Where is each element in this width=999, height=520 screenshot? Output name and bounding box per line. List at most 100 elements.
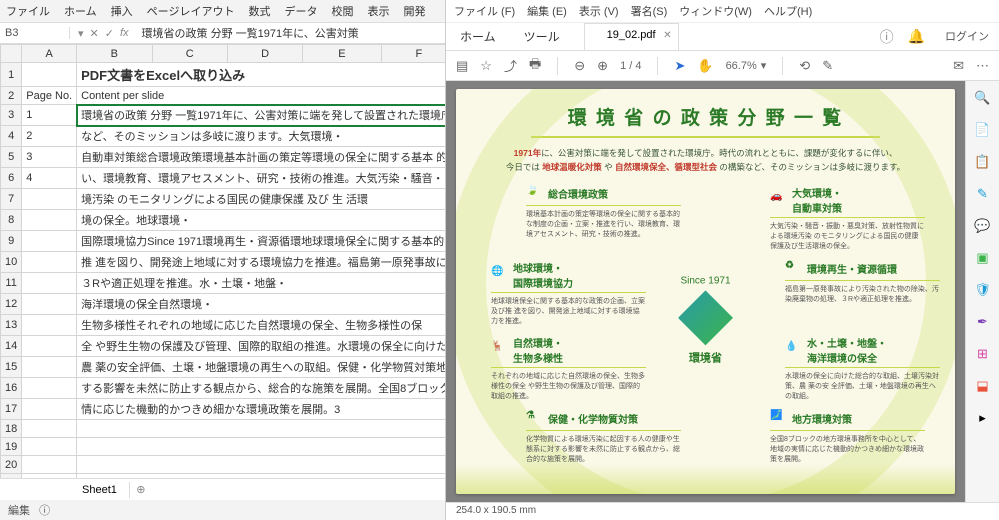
menu-home[interactable]: ホーム <box>64 3 97 19</box>
expand-icon[interactable]: ▸ <box>974 409 992 427</box>
cell-B8[interactable]: 境の保全。地球環境・ <box>77 210 445 231</box>
col-C[interactable]: C <box>152 45 227 63</box>
mail-icon[interactable]: ✉ <box>953 58 964 74</box>
file-tab[interactable]: 19_02.pdf ✕ <box>584 23 679 50</box>
col-A[interactable]: A <box>22 45 77 63</box>
cell-A18[interactable] <box>22 420 77 438</box>
col-D[interactable]: D <box>227 45 302 63</box>
cell-B20[interactable] <box>77 456 445 474</box>
share-icon[interactable]: ⤴ <box>504 56 517 75</box>
rotate-icon[interactable]: ⟲ <box>799 58 810 74</box>
row-12[interactable]: 12 <box>1 294 22 315</box>
cell-A13[interactable] <box>22 315 77 336</box>
cell-B7[interactable]: 境汚染 のモニタリングによる国民の健康保護 及び 生 活環 <box>77 189 445 210</box>
sign-icon[interactable]: ✎ <box>822 58 833 74</box>
bell-icon[interactable]: 🔔 <box>908 28 925 45</box>
cell-A12[interactable] <box>22 294 77 315</box>
cell-B3[interactable]: 環境省の政策 分野 一覧1971年に、公害対策に端を発して設置された環境庁 <box>77 105 445 126</box>
row-20[interactable]: 20 <box>1 456 22 474</box>
cell-B6[interactable]: い、環境教育、環境アセスメント、研究・技術の推進。大気汚染・騒音・ <box>77 168 445 189</box>
cell-A15[interactable] <box>22 357 77 378</box>
cell-A10[interactable] <box>22 252 77 273</box>
enter-icon[interactable]: ✓ <box>105 27 114 40</box>
cell-B5[interactable]: 自動車対策総合環境政策環境基本計画の策定等環境の保全に関する基本 的 <box>77 147 445 168</box>
menu-data[interactable]: データ <box>284 3 317 19</box>
row-2[interactable]: 2 <box>1 87 22 105</box>
combine-icon[interactable]: ▣ <box>974 249 992 267</box>
menu-review[interactable]: 校閲 <box>331 3 353 19</box>
cell-A17[interactable] <box>22 399 77 420</box>
cell-A19[interactable] <box>22 438 77 456</box>
pdf-canvas[interactable]: 環 境 省 の 政 策 分 野 一 覧 1971年に、公害対策に端を発して設置さ… <box>446 81 965 502</box>
row-7[interactable]: 7 <box>1 189 22 210</box>
info-icon[interactable]: ⓘ <box>880 27 894 47</box>
cell-B14[interactable]: 全 や野生生物の保護及び管理、国際的取組の推進。水環境の保全に向けた <box>77 336 445 357</box>
print-icon[interactable]: 🖶 <box>529 55 541 77</box>
corner[interactable] <box>1 45 22 63</box>
cursor-icon[interactable]: ➤ <box>674 58 685 74</box>
cell-B1[interactable]: PDF文書をExcelへ取り込み <box>77 63 445 87</box>
cell-A5[interactable]: 3 <box>22 147 77 168</box>
cell-A1[interactable] <box>22 63 77 87</box>
row-6[interactable]: 6 <box>1 168 22 189</box>
menu-view[interactable]: 表示 <box>367 3 389 19</box>
cell-A8[interactable] <box>22 210 77 231</box>
protect-icon[interactable]: 🛡 <box>974 281 992 299</box>
tab-tools[interactable]: ツール <box>510 23 574 50</box>
cell-B12[interactable]: 海洋環境の保全自然環境・ <box>77 294 445 315</box>
cell-A3[interactable]: 1 <box>22 105 77 126</box>
cell-B10[interactable]: 推 進を図り、開発途上地域に対する環境協力を推進。福島第一原発事故に <box>77 252 445 273</box>
cell-A7[interactable] <box>22 189 77 210</box>
cell-B19[interactable] <box>77 438 445 456</box>
cell-A11[interactable] <box>22 273 77 294</box>
pmenu-help[interactable]: ヘルプ(H) <box>764 3 812 19</box>
cell-A14[interactable] <box>22 336 77 357</box>
cell-B15[interactable]: 農 薬の安全評価、土壌・地盤環境の再生への取組。保健・化学物質対策地 <box>77 357 445 378</box>
row-3[interactable]: 3 <box>1 105 22 126</box>
row-14[interactable]: 14 <box>1 336 22 357</box>
login-button[interactable]: ログイン <box>935 23 999 50</box>
menu-insert[interactable]: 挿入 <box>111 3 133 19</box>
row-19[interactable]: 19 <box>1 438 22 456</box>
cell-A9[interactable] <box>22 231 77 252</box>
sidebar-icon[interactable]: ▤ <box>456 58 468 74</box>
row-10[interactable]: 10 <box>1 252 22 273</box>
row-13[interactable]: 13 <box>1 315 22 336</box>
tab-home[interactable]: ホーム <box>446 23 510 50</box>
cell-B18[interactable] <box>77 420 445 438</box>
create-icon[interactable]: 📋 <box>974 153 992 171</box>
cell-B2[interactable]: Content per slide <box>77 87 445 105</box>
col-E[interactable]: E <box>303 45 381 63</box>
pmenu-sign[interactable]: 署名(S) <box>631 3 668 19</box>
row-9[interactable]: 9 <box>1 231 22 252</box>
cell-A2[interactable]: Page No. <box>22 87 77 105</box>
menu-file[interactable]: ファイル <box>6 3 50 19</box>
cell-B4[interactable]: など、そのミッションは多岐に渡ります。大気環境・ <box>77 126 445 147</box>
zoom-in-icon[interactable]: ⊕ <box>597 58 608 74</box>
comment-icon[interactable]: 💬 <box>974 217 992 235</box>
hand-icon[interactable]: ✋ <box>697 58 713 74</box>
zoom-select[interactable]: 66.7% ▾ <box>726 59 767 72</box>
menu-formula[interactable]: 数式 <box>248 3 270 19</box>
menu-dev[interactable]: 開発 <box>403 3 425 19</box>
row-1[interactable]: 1 <box>1 63 22 87</box>
col-B[interactable]: B <box>77 45 152 63</box>
row-4[interactable]: 4 <box>1 126 22 147</box>
edit-icon[interactable]: ✎ <box>974 185 992 203</box>
add-sheet-icon[interactable]: ⊕ <box>130 483 152 496</box>
compress-icon[interactable]: ⬓ <box>974 377 992 395</box>
row-16[interactable]: 16 <box>1 378 22 399</box>
cell-A4[interactable]: 2 <box>22 126 77 147</box>
formula-input[interactable]: 環境省の政策 分野 一覧1971年に、公害対策 <box>137 25 445 41</box>
fdown-icon[interactable]: ▾ <box>78 27 84 40</box>
cell-A16[interactable] <box>22 378 77 399</box>
cell-B11[interactable]: ３Rや適正処理を推進。水・土壌・地盤・ <box>77 273 445 294</box>
cell-B17[interactable]: 情に応じた機動的かつきめ細かな環境政策を展開。3 <box>77 399 445 420</box>
organize-icon[interactable]: ⊞ <box>974 345 992 363</box>
row-11[interactable]: 11 <box>1 273 22 294</box>
cell-A6[interactable]: 4 <box>22 168 77 189</box>
cell-B13[interactable]: 生物多様性それぞれの地域に応じた自然環境の保全、生物多様性の保 <box>77 315 445 336</box>
row-17[interactable]: 17 <box>1 399 22 420</box>
name-box[interactable]: B3 <box>0 27 70 39</box>
cell-B9[interactable]: 国際環境協力Since 1971環境再生・資源循環地球環境保全に関する基本的 <box>77 231 445 252</box>
